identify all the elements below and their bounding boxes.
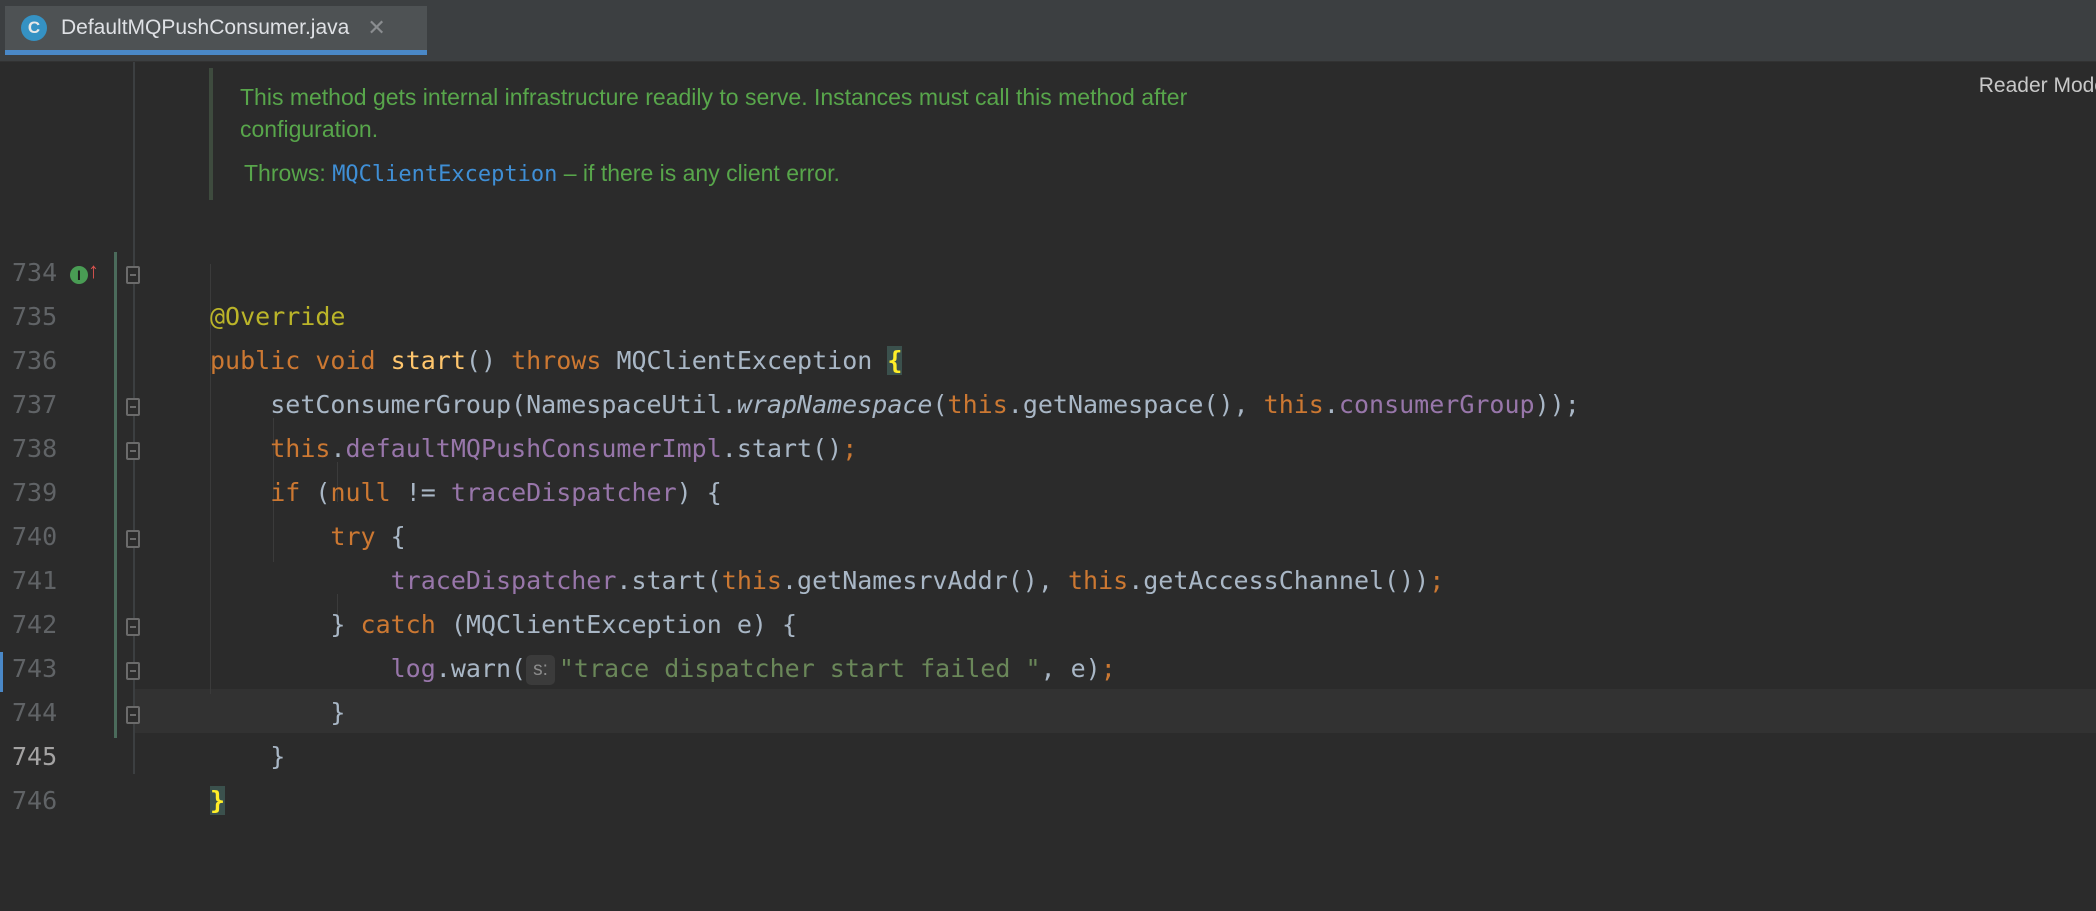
code-line[interactable]: 739 try { [0,427,2096,551]
code-line[interactable]: 743 } [0,603,2096,727]
throws-description: – if there is any client error. [557,160,840,186]
doc-text-line: configuration. [240,116,379,142]
code-line[interactable]: 736 setConsumerGroup(NamespaceUtil.wrapN… [0,295,2096,419]
code-line[interactable]: 740 traceDispatcher.start(this.getNamesr… [0,471,2096,595]
close-icon[interactable]: ✕ [367,15,385,41]
code-editor[interactable]: This method gets internal infrastructure… [0,62,2096,815]
code-line[interactable]: 745 } [0,691,2096,815]
java-class-icon: C [21,15,47,41]
code-line[interactable]: 746 [0,735,2096,815]
doc-throws-line: Throws: MQClientException – if there is … [244,160,840,187]
reader-mode-button[interactable]: Reader Mode [1979,74,2096,98]
throws-label: Throws: [244,160,333,186]
editor-tab-bar: C DefaultMQPushConsumer.java ✕ [0,0,2096,62]
code-line[interactable]: 741 } catch (MQClientException e) { [0,515,2096,639]
tab-defaultmqpushconsumer[interactable]: C DefaultMQPushConsumer.java ✕ [5,6,427,55]
tab-label: DefaultMQPushConsumer.java [61,16,350,39]
code-line[interactable]: 744 } [0,647,2096,771]
doc-text-line: This method gets internal infrastructure… [240,84,1188,110]
throws-exception-link[interactable]: MQClientException [332,162,557,187]
code-line[interactable]: 738 if (null != traceDispatcher) { [0,383,2096,507]
rendered-javadoc: This method gets internal infrastructure… [209,68,1613,200]
code-line[interactable]: 742 log.warn(s: "trace dispatcher start f… [0,559,2096,685]
code-text[interactable]: } [210,779,226,823]
line-number: 746 [12,786,58,815]
code-line[interactable]: 737 this.defaultMQPushConsumerImpl.start… [0,339,2096,463]
matched-brace: } [210,786,226,815]
code-line[interactable]: 735 public void start() throws MQClientE… [0,251,2096,375]
code-line[interactable]: 734 @Override [0,207,2096,331]
